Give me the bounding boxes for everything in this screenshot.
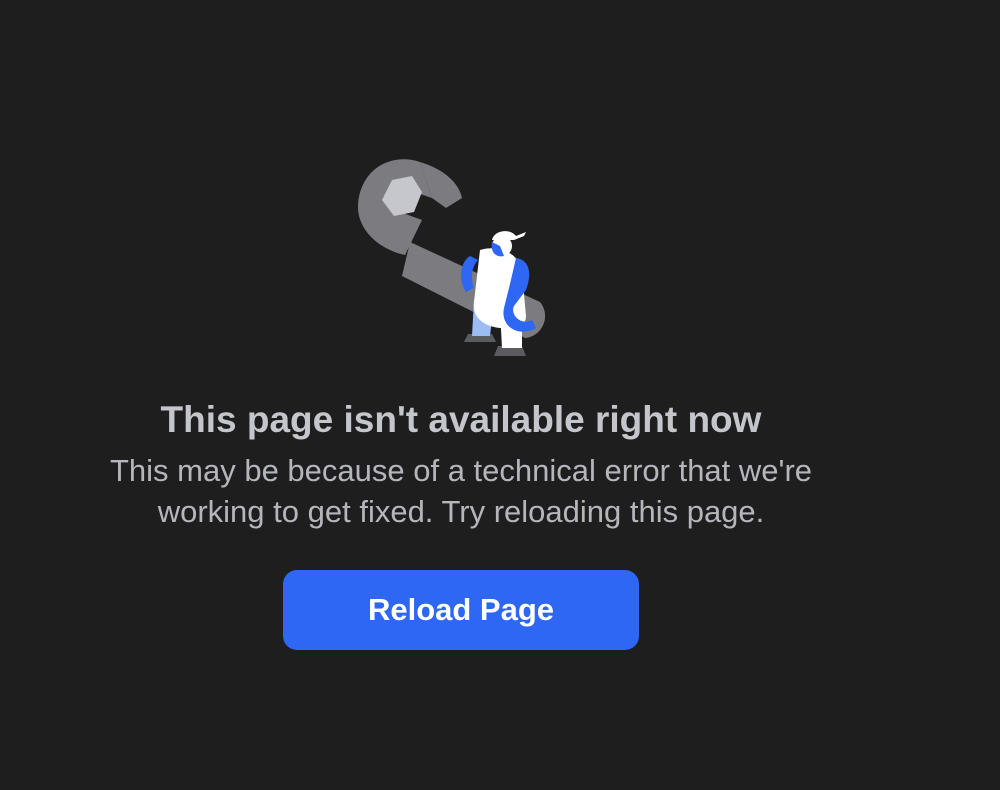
error-title: This page isn't available right now <box>160 399 762 440</box>
error-message-line-1: This may be because of a technical error… <box>109 453 813 488</box>
wrench-worker-icon <box>357 159 546 356</box>
reload-page-button[interactable]: Reload Page <box>283 570 639 650</box>
error-page: This page isn't available right now This… <box>0 0 1000 790</box>
error-message-line-2: working to get fixed. Try reloading this… <box>157 494 765 529</box>
worker-cap <box>492 231 526 240</box>
wrench-worker-illustration <box>350 150 580 365</box>
error-message: This may be because of a technical error… <box>0 450 922 532</box>
